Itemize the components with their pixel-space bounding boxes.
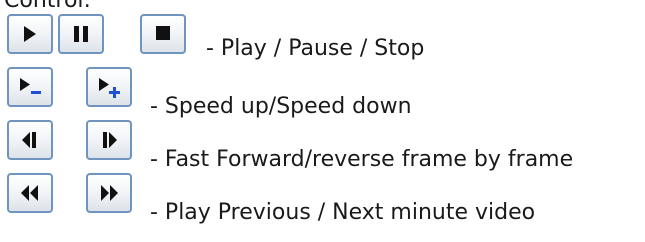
frame-reverse-button[interactable] — [7, 120, 53, 160]
speed-up-button[interactable] — [86, 67, 132, 107]
play-icon — [24, 26, 36, 42]
frame-forward-button[interactable] — [86, 120, 132, 160]
pause-icon — [74, 26, 88, 42]
row-speed: - Speed up/Speed down — [0, 67, 645, 119]
speed-down-button[interactable] — [7, 67, 53, 107]
next-minute-button[interactable] — [86, 173, 132, 213]
stop-button[interactable] — [140, 14, 186, 54]
pause-button[interactable] — [58, 14, 104, 54]
stop-icon — [156, 26, 170, 40]
frame-reverse-icon — [22, 132, 36, 148]
frame-by-frame-description: - Fast Forward/reverse frame by frame — [150, 147, 574, 172]
row-play-pause-stop: - Play / Pause / Stop — [0, 14, 645, 64]
minute-skip-description: - Play Previous / Next minute video — [150, 200, 536, 225]
speed-up-icon — [99, 78, 120, 98]
next-minute-icon — [101, 185, 118, 201]
control-heading: Control: — [4, 0, 91, 13]
frame-forward-icon — [103, 132, 117, 148]
speed-down-icon — [20, 78, 41, 94]
play-button[interactable] — [7, 14, 53, 54]
row-minute-skip: - Play Previous / Next minute video — [0, 173, 645, 225]
previous-minute-icon — [21, 185, 38, 201]
row-frame-by-frame: - Fast Forward/reverse frame by frame — [0, 120, 645, 172]
previous-minute-button[interactable] — [7, 173, 53, 213]
play-pause-stop-description: - Play / Pause / Stop — [206, 36, 425, 61]
speed-description: - Speed up/Speed down — [150, 94, 412, 119]
